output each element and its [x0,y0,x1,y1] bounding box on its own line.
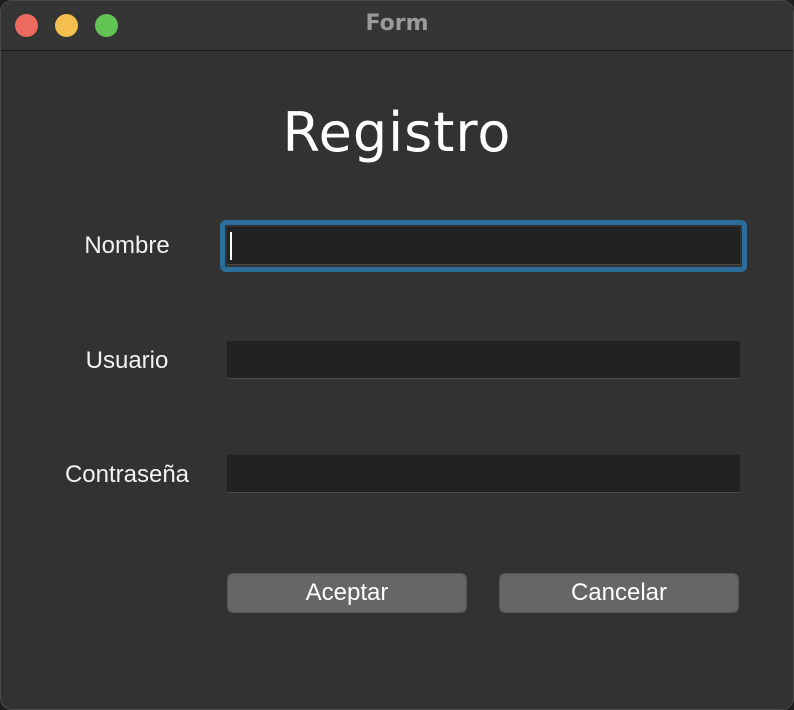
form-window: Form Registro Nombre Usuario Contraseña … [0,0,794,710]
usuario-input[interactable] [227,341,740,379]
nombre-input[interactable] [227,227,740,265]
nombre-label: Nombre [84,232,170,259]
aceptar-button[interactable]: Aceptar [227,573,467,613]
form-heading: Registro [282,101,512,164]
usuario-label: Usuario [85,347,169,374]
text-caret [230,232,232,260]
window-title: Form [365,11,429,36]
title-bar[interactable]: Form [1,1,793,51]
contrasena-label: Contraseña [64,461,190,488]
cancelar-button[interactable]: Cancelar [499,573,739,613]
contrasena-input[interactable] [227,455,740,493]
